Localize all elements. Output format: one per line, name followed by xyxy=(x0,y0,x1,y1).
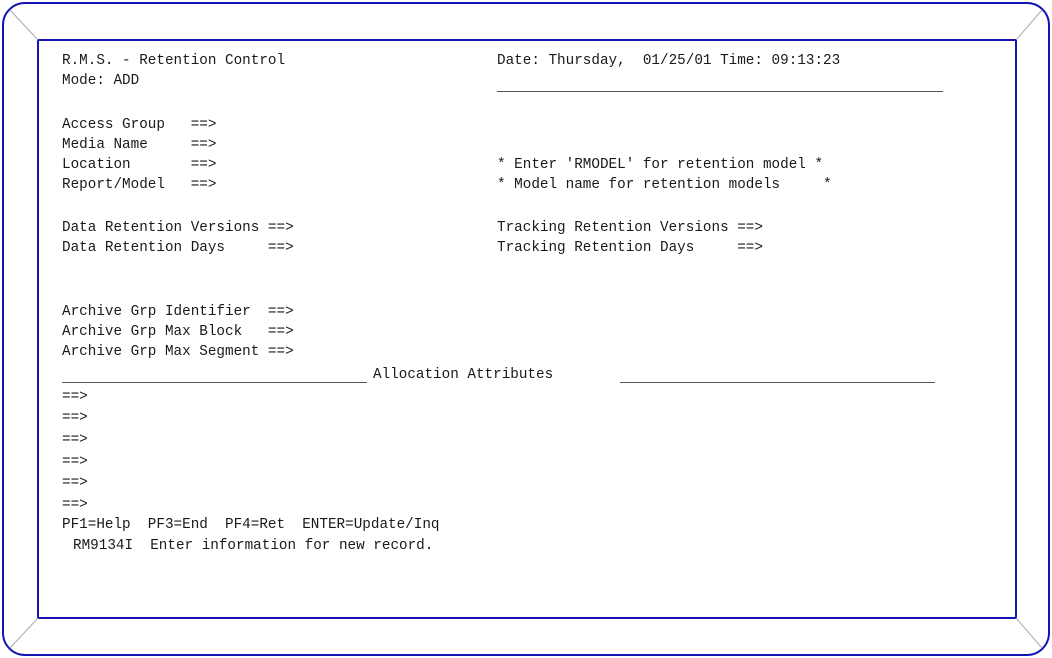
header-underline xyxy=(497,91,943,92)
allocation-arrow-3: ==> xyxy=(62,432,88,448)
allocation-input-1[interactable] xyxy=(112,389,932,406)
tracking-retention-versions-label: Tracking Retention Versions ==> xyxy=(497,220,763,236)
data-retention-versions-label: Data Retention Versions ==> xyxy=(62,220,294,236)
archive-identifier-input[interactable] xyxy=(368,304,618,321)
hint-model-name: * Model name for retention models * xyxy=(497,177,832,193)
allocation-input-3[interactable] xyxy=(112,432,932,449)
location-input[interactable] xyxy=(235,157,485,174)
allocation-arrow-4: ==> xyxy=(62,454,88,470)
allocation-arrow-2: ==> xyxy=(62,410,88,426)
allocation-arrow-1: ==> xyxy=(62,389,88,405)
tracking-retention-days-input[interactable] xyxy=(850,240,1000,257)
report-model-label: Report/Model ==> xyxy=(62,177,217,193)
allocation-section-title: Allocation Attributes xyxy=(373,367,554,383)
screen-title: R.M.S. - Retention Control xyxy=(62,53,286,69)
pf-key-legend: PF1=Help PF3=End PF4=Ret ENTER=Update/In… xyxy=(62,517,440,533)
status-message: RM9134I Enter information for new record… xyxy=(73,538,434,554)
data-retention-versions-input[interactable] xyxy=(368,220,478,237)
allocation-arrow-5: ==> xyxy=(62,475,88,491)
tracking-retention-days-label: Tracking Retention Days ==> xyxy=(497,240,763,256)
media-name-input[interactable] xyxy=(235,137,485,154)
allocation-input-4[interactable] xyxy=(112,454,932,471)
allocation-input-6[interactable] xyxy=(112,497,932,514)
access-group-label: Access Group ==> xyxy=(62,117,217,133)
location-label: Location ==> xyxy=(62,157,217,173)
media-name-label: Media Name ==> xyxy=(62,137,217,153)
allocation-rule-left xyxy=(62,382,367,383)
date-time: Date: Thursday, 01/25/01 Time: 09:13:23 xyxy=(497,53,841,69)
archive-max-segment-input[interactable] xyxy=(368,344,618,361)
mode-indicator: Mode: ADD xyxy=(62,73,140,89)
report-model-input[interactable] xyxy=(235,177,485,194)
allocation-rule-right xyxy=(620,382,935,383)
archive-max-block-label: Archive Grp Max Block ==> xyxy=(62,324,294,340)
allocation-input-5[interactable] xyxy=(112,475,932,492)
data-retention-days-label: Data Retention Days ==> xyxy=(62,240,294,256)
allocation-input-2[interactable] xyxy=(112,410,932,427)
archive-max-segment-label: Archive Grp Max Segment ==> xyxy=(62,344,294,360)
allocation-arrow-6: ==> xyxy=(62,497,88,513)
data-retention-days-input[interactable] xyxy=(368,240,478,257)
access-group-input[interactable] xyxy=(235,117,485,134)
tracking-retention-versions-input[interactable] xyxy=(850,220,1000,237)
hint-rmodel: * Enter 'RMODEL' for retention model * xyxy=(497,157,824,173)
archive-identifier-label: Archive Grp Identifier ==> xyxy=(62,304,294,320)
archive-max-block-input[interactable] xyxy=(368,324,618,341)
